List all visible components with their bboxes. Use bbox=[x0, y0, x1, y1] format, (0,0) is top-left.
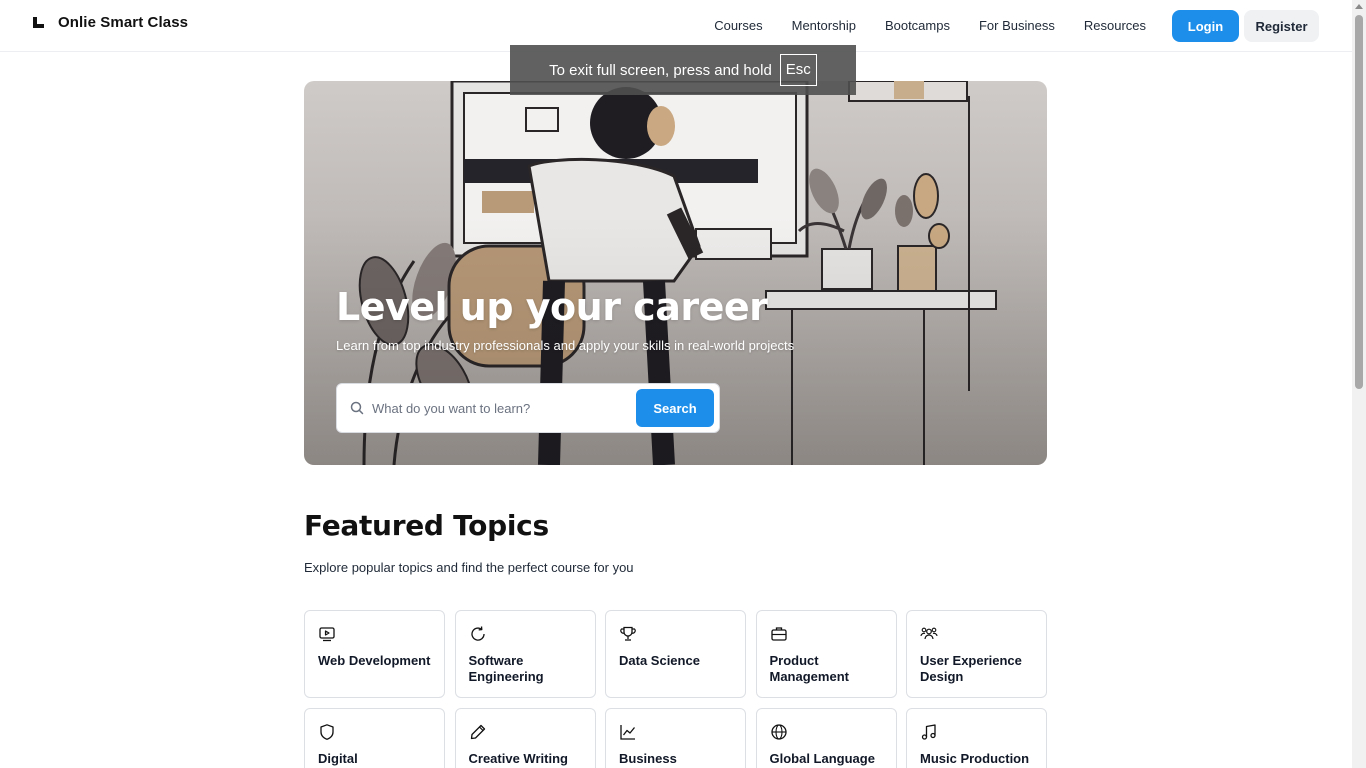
globe-icon bbox=[770, 724, 787, 740]
nav-mentorship[interactable]: Mentorship bbox=[792, 11, 856, 41]
topic-label: User Experience Design bbox=[920, 653, 1022, 684]
topic-card-data-science[interactable]: Data Science bbox=[605, 610, 746, 698]
topic-card-global-language[interactable]: Global Language bbox=[755, 708, 897, 768]
brand[interactable]: Onlie Smart Class bbox=[32, 14, 188, 31]
login-button[interactable]: Login bbox=[1172, 10, 1239, 42]
topic-label: Global Language bbox=[769, 751, 875, 766]
topic-label: Music Production bbox=[920, 751, 1030, 766]
brand-logo-icon bbox=[32, 16, 45, 29]
nav-for-business[interactable]: For Business bbox=[979, 11, 1055, 41]
users-icon bbox=[920, 627, 938, 640]
refresh-icon bbox=[470, 626, 485, 641]
featured-title: Featured Topics bbox=[304, 509, 549, 542]
topic-card-user-experience-design[interactable]: User Experience Design bbox=[906, 610, 1047, 698]
topic-card-software-engineering[interactable]: Software Engineering bbox=[454, 610, 596, 698]
nav-bootcamps[interactable]: Bootcamps bbox=[885, 11, 950, 41]
toast-text: To exit full screen, press and hold bbox=[549, 61, 772, 79]
scroll-thumb[interactable] bbox=[1355, 15, 1363, 389]
music-icon bbox=[921, 724, 936, 740]
topic-label: Digital bbox=[318, 751, 358, 766]
shield-icon bbox=[320, 724, 334, 740]
hero-banner: Level up your career Learn from top indu… bbox=[304, 81, 1047, 465]
search-input[interactable] bbox=[372, 394, 622, 422]
search-button[interactable]: Search bbox=[636, 389, 714, 427]
nav-courses[interactable]: Courses bbox=[714, 11, 762, 41]
search-icon bbox=[350, 401, 364, 415]
toast-key: Esc bbox=[779, 54, 817, 86]
register-button[interactable]: Register bbox=[1244, 10, 1319, 42]
topic-label: Business bbox=[619, 751, 677, 766]
topic-label: Web Development bbox=[318, 653, 431, 668]
brand-name: Onlie Smart Class bbox=[58, 14, 189, 31]
topic-card-music-production[interactable]: Music Production bbox=[906, 708, 1047, 768]
chart-line-icon bbox=[620, 725, 636, 740]
hero-search-box: Search bbox=[336, 383, 720, 433]
topics-grid: Web Development Software Engineering Dat… bbox=[304, 610, 1047, 768]
topic-card-creative-writing[interactable]: Creative Writing bbox=[454, 708, 596, 768]
fullscreen-exit-toast: To exit full screen, press and hold Esc bbox=[510, 45, 856, 95]
topic-label: Data Science bbox=[619, 653, 700, 668]
nav-resources[interactable]: Resources bbox=[1084, 11, 1146, 41]
hero-subtitle: Learn from top industry professionals an… bbox=[336, 338, 795, 353]
video-icon bbox=[319, 627, 335, 642]
trophy-icon bbox=[620, 626, 636, 641]
topic-card-web-development[interactable]: Web Development bbox=[304, 610, 445, 698]
hero-title: Level up your career bbox=[336, 285, 768, 329]
featured-subtitle: Explore popular topics and find the perf… bbox=[304, 560, 634, 575]
topic-label: Creative Writing bbox=[468, 751, 568, 766]
topic-card-business[interactable]: Business bbox=[605, 708, 746, 768]
topic-label: Product Management bbox=[769, 653, 849, 684]
topic-label: Software Engineering bbox=[468, 653, 544, 684]
page-scrollbar[interactable] bbox=[1352, 0, 1366, 768]
main-nav: Courses Mentorship Bootcamps For Busines… bbox=[714, 10, 1319, 42]
pencil-icon bbox=[470, 724, 485, 740]
topic-card-digital[interactable]: Digital bbox=[304, 708, 445, 768]
topic-card-product-management[interactable]: Product Management bbox=[755, 610, 897, 698]
briefcase-icon bbox=[770, 627, 787, 641]
scroll-up-arrow-icon[interactable] bbox=[1355, 4, 1363, 9]
